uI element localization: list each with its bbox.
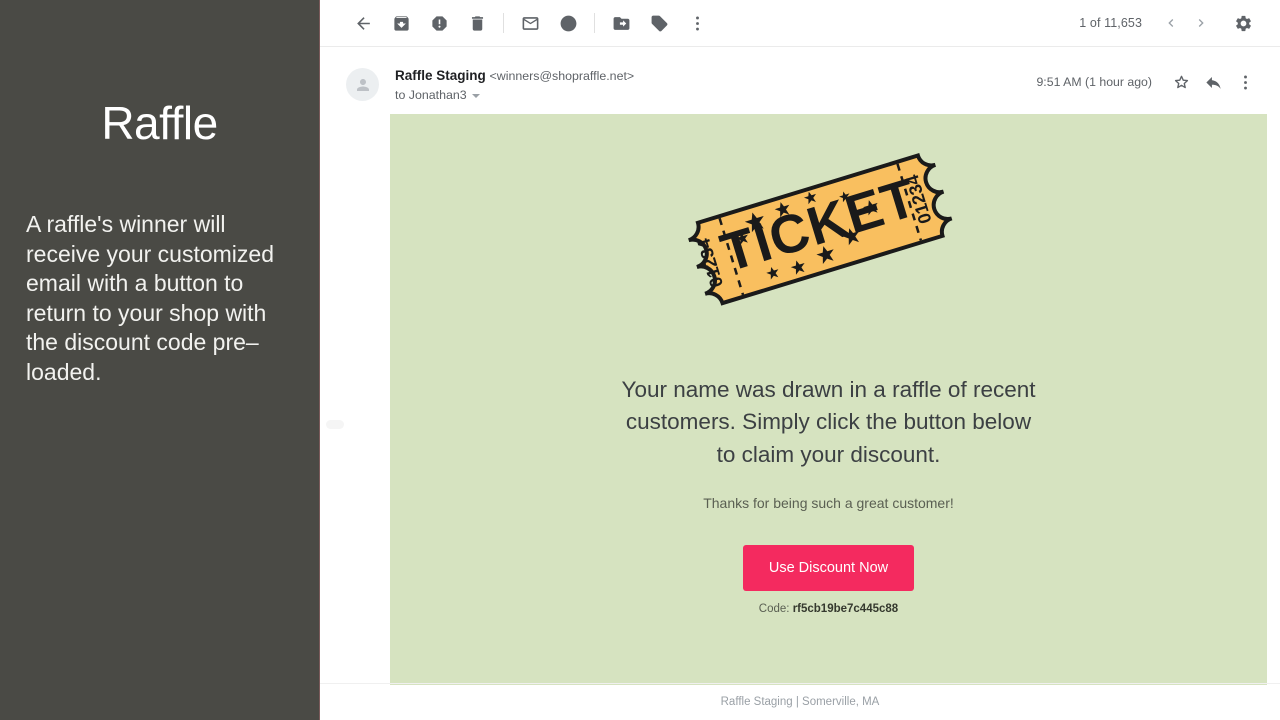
person-icon	[356, 78, 369, 91]
sender-name: Raffle Staging	[395, 68, 486, 83]
expand-collapsed-content-button[interactable]	[326, 420, 344, 429]
toolbar-divider-1	[503, 13, 504, 33]
chevron-left-icon	[1168, 19, 1174, 27]
message-more-button[interactable]	[1230, 67, 1260, 97]
sender-block: Raffle Staging <winners@shopraffle.net> …	[395, 65, 1036, 102]
discount-code-value: rf5cb19be7c445c88	[792, 603, 899, 616]
message-toolbar: 1 of 11,653	[320, 0, 1280, 47]
report-spam-icon	[431, 15, 447, 31]
promo-description: A raffle's winner will receive your cust…	[26, 211, 274, 385]
labels-button[interactable]	[642, 6, 676, 40]
email-body: 01234 01234 TICKET Your name was drawn i…	[390, 114, 1267, 685]
mail-unread-icon	[522, 16, 538, 30]
message-actions: 9:51 AM (1 hour ago)	[1036, 65, 1260, 97]
avatar	[346, 68, 379, 101]
mark-unread-button[interactable]	[513, 6, 547, 40]
archive-button[interactable]	[384, 6, 418, 40]
previous-message-button[interactable]	[1156, 8, 1186, 38]
kebab-menu-icon	[1243, 75, 1247, 89]
message-counter: 1 of 11,653	[1079, 16, 1142, 30]
toolbar-divider-2	[594, 13, 595, 33]
discount-code-line: Code: rf5cb19be7c445c88	[420, 603, 1237, 615]
report-spam-button[interactable]	[422, 6, 456, 40]
message-header: Raffle Staging <winners@shopraffle.net> …	[320, 47, 1280, 102]
settings-button[interactable]	[1226, 6, 1260, 40]
next-message-button[interactable]	[1186, 8, 1216, 38]
mail-pane: 1 of 11,653 Raffle Staging <winners@shop…	[320, 0, 1280, 720]
cta-wrapper: Use Discount Now Code: rf5cb19be7c445c88	[420, 545, 1237, 615]
star-button[interactable]	[1166, 67, 1196, 97]
sender-email: <winners@shopraffle.net>	[489, 69, 635, 83]
use-discount-now-button[interactable]: Use Discount Now	[742, 545, 915, 592]
email-headline: Your name was drawn in a raffle of recen…	[621, 377, 1036, 467]
app-root: Raffle A raffle's winner will receive yo…	[0, 0, 1280, 720]
reply-arrow-icon	[1205, 76, 1221, 89]
ticket-illustration: 01234 01234 TICKET	[420, 142, 1237, 374]
message-timestamp: 9:51 AM (1 hour ago)	[1036, 75, 1152, 89]
promo-panel: Raffle A raffle's winner will receive yo…	[0, 0, 320, 720]
promo-title: Raffle	[101, 97, 218, 149]
recipient-row[interactable]: to Jonathan3	[395, 88, 1036, 102]
back-button[interactable]	[346, 6, 380, 40]
star-icon	[1174, 75, 1188, 88]
arrow-left-icon	[356, 16, 370, 30]
raffle-ticket-icon: 01234 01234 TICKET	[687, 152, 953, 306]
archive-icon	[393, 15, 409, 31]
snooze-button[interactable]	[551, 6, 585, 40]
recipient-label: to Jonathan3	[395, 88, 467, 102]
reply-button[interactable]	[1198, 67, 1228, 97]
email-subtext: Thanks for being such a great customer!	[703, 495, 954, 512]
gear-icon	[1235, 15, 1251, 31]
delete-button[interactable]	[460, 6, 494, 40]
footer-text: Raffle Staging | Somerville, MA	[720, 696, 880, 708]
sender-line: Raffle Staging <winners@shopraffle.net>	[395, 67, 1036, 85]
kebab-menu-icon	[695, 16, 699, 30]
move-to-button[interactable]	[604, 6, 638, 40]
chevron-down-icon	[471, 94, 480, 98]
discount-code-label: Code:	[758, 603, 790, 616]
trash-icon	[471, 15, 483, 31]
email-footer: Raffle Staging | Somerville, MA	[320, 683, 1280, 720]
more-options-button[interactable]	[680, 6, 714, 40]
folder-move-icon	[613, 16, 629, 30]
tag-icon	[651, 15, 667, 31]
clock-icon	[560, 15, 576, 31]
chevron-right-icon	[1198, 19, 1204, 27]
